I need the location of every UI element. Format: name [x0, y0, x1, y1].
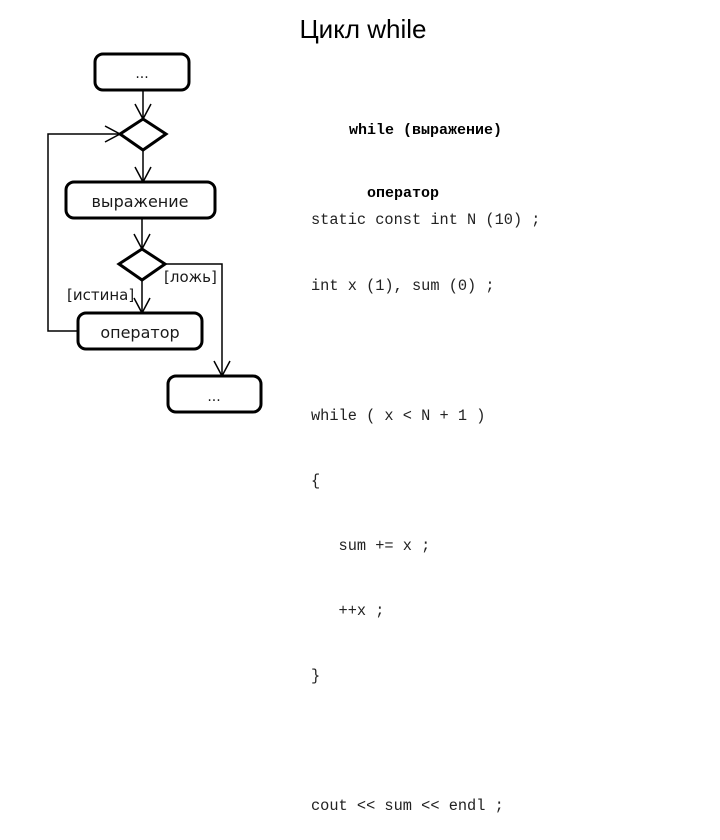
code-example: static const int N (10) ; int x (1), sum…: [311, 167, 541, 840]
true-branch-label: [истина]: [67, 286, 134, 304]
code-line: sum += x ;: [311, 536, 431, 555]
operator-node-label: оператор: [100, 323, 179, 342]
syntax-line: while (выражение): [349, 122, 503, 139]
code-line: }: [311, 667, 321, 686]
while-flowchart: ... выражение оператор ... [истина] [лож…: [47, 52, 263, 414]
code-line: {: [311, 471, 321, 490]
code-line: cout << sum << endl ;: [311, 797, 504, 816]
code-line: ++x ;: [311, 601, 385, 620]
code-line: static const int N (10) ;: [311, 211, 541, 230]
end-node-label: ...: [207, 389, 220, 405]
expression-node-label: выражение: [92, 192, 189, 211]
merge-diamond: [117, 117, 169, 152]
false-branch-label: [ложь]: [164, 268, 217, 286]
start-node-label: ...: [135, 66, 148, 82]
decision-diamond: [116, 247, 168, 282]
code-line: int x (1), sum (0) ;: [311, 276, 495, 295]
code-line: while ( x < N + 1 ): [311, 406, 486, 425]
